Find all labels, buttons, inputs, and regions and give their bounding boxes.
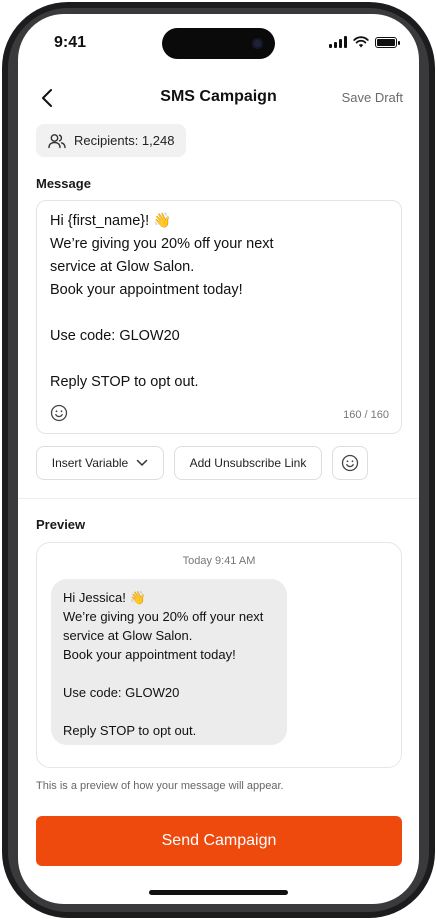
message-text[interactable]: Hi {first_name}! 👋 We’re giving you 20% … bbox=[50, 210, 391, 394]
cellular-signal-icon bbox=[329, 36, 347, 48]
preview-label: Preview bbox=[36, 517, 86, 532]
emoji-picker-button[interactable] bbox=[332, 446, 368, 480]
insert-variable-dropdown[interactable]: Insert Variable bbox=[36, 446, 164, 480]
preview-note: This is a preview of how your message wi… bbox=[36, 780, 284, 792]
preview-panel: Today 9:41 AM Hi Jessica! 👋 We’re giving… bbox=[36, 542, 402, 768]
send-campaign-button[interactable]: Send Campaign bbox=[36, 816, 402, 866]
recipients-chip[interactable]: Recipients: 1,248 bbox=[36, 124, 187, 157]
recipients-label: Recipients: 1,248 bbox=[74, 133, 175, 148]
camera-icon bbox=[252, 38, 263, 49]
status-icons bbox=[329, 36, 400, 48]
users-icon bbox=[48, 133, 66, 148]
add-unsubscribe-link-button[interactable]: Add Unsubscribe Link bbox=[174, 446, 322, 480]
wifi-icon bbox=[353, 36, 369, 48]
add-unsubscribe-label: Add Unsubscribe Link bbox=[189, 456, 307, 470]
chevron-down-icon bbox=[136, 459, 148, 466]
message-textarea[interactable]: Hi {first_name}! 👋 We’re giving you 20% … bbox=[36, 200, 402, 434]
message-bubble: Hi Jessica! 👋 We’re giving you 20% off y… bbox=[51, 579, 287, 745]
home-indicator bbox=[149, 890, 288, 895]
app-screen: 9:41 SMS Campaign Save Draft Recipients:… bbox=[18, 14, 419, 904]
message-label: Message bbox=[36, 176, 91, 191]
status-time: 9:41 bbox=[54, 34, 87, 51]
dynamic-island bbox=[162, 28, 275, 59]
battery-icon bbox=[375, 36, 400, 48]
save-draft-button[interactable]: Save Draft bbox=[342, 90, 403, 105]
insert-variable-label: Insert Variable bbox=[51, 456, 129, 470]
preview-timestamp: Today 9:41 AM bbox=[182, 555, 256, 567]
emoji-icon[interactable] bbox=[50, 404, 68, 422]
emoji-icon bbox=[341, 454, 359, 472]
character-count: 160 / 160 bbox=[343, 409, 389, 421]
section-divider bbox=[18, 498, 419, 499]
